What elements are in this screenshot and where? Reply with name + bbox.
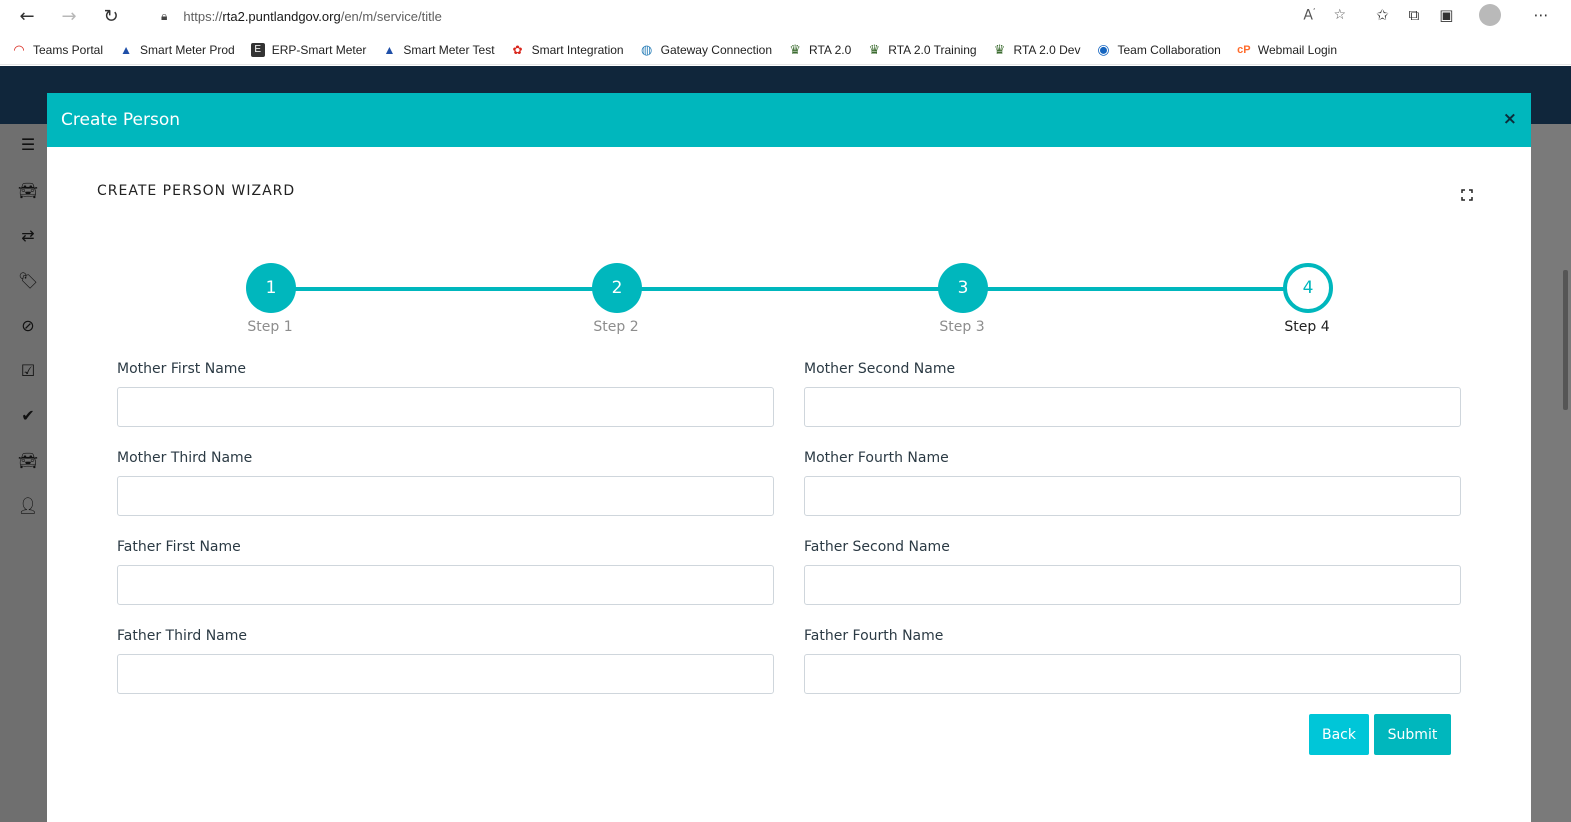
back-arrow-icon[interactable]: ← — [12, 2, 42, 32]
bookmark-smart-integration[interactable]: ✿ Smart Integration — [511, 43, 624, 57]
mother-second-name-group: Mother Second Name — [804, 361, 1461, 427]
teams-portal-icon: ◠ — [13, 41, 25, 57]
bookmark-rta-2-dev[interactable]: ♛ RTA 2.0 Dev — [993, 41, 1081, 57]
tags-icon[interactable]: 🏷︎ — [18, 270, 38, 290]
car-icon[interactable]: 🚘︎ — [18, 450, 38, 470]
mother-third-name-label: Mother Third Name — [117, 450, 253, 466]
step-connector — [295, 287, 1308, 291]
modal-title: Create Person — [61, 110, 181, 130]
user-icon[interactable]: 👤︎ — [18, 495, 38, 515]
read-aloud-icon[interactable]: Aʼ — [1303, 7, 1315, 24]
modal-header: Create Person × — [47, 93, 1531, 147]
bookmark-webmail-login[interactable]: cP Webmail Login — [1237, 43, 1337, 57]
step-1-circle[interactable]: 1 — [246, 263, 296, 313]
url-text: https://rta2.puntlandgov.org/en/m/servic… — [183, 8, 442, 24]
step-3-label: Step 3 — [939, 319, 985, 335]
car-icon[interactable]: 🚘︎ — [18, 180, 38, 200]
mother-fourth-name-group: Mother Fourth Name — [804, 450, 1461, 516]
refresh-icon[interactable]: ↻ — [96, 2, 126, 32]
more-icon[interactable]: ⋯ — [1533, 6, 1548, 24]
bookmark-team-collaboration[interactable]: ◉ Team Collaboration — [1096, 41, 1221, 57]
step-2-circle[interactable]: 2 — [592, 263, 642, 313]
collaboration-icon: ◉ — [1097, 41, 1110, 57]
step-2-label: Step 2 — [593, 319, 639, 335]
check-icon[interactable]: ✔ — [18, 405, 38, 425]
bookmark-teams-portal[interactable]: ◠ Teams Portal — [12, 41, 103, 57]
fullscreen-icon[interactable] — [1461, 189, 1473, 201]
father-fourth-name-input[interactable] — [804, 654, 1461, 694]
ban-icon[interactable]: ⊘ — [18, 315, 38, 335]
address-bar[interactable]: 🔒︎ https://rta2.puntlandgov.org/en/m/ser… — [143, 2, 1360, 30]
father-first-name-input[interactable] — [117, 565, 774, 605]
bookmarks-bar: ◠ Teams Portal ▲ Smart Meter Prod E ERP-Sma… — [0, 35, 1571, 65]
bookmark-smart-meter-prod[interactable]: ▲ Smart Meter Prod — [119, 43, 235, 57]
checkbox-icon[interactable]: ☑ — [18, 360, 38, 380]
favorites-icon[interactable]: ✩ — [1376, 6, 1389, 24]
back-button[interactable]: Back — [1309, 714, 1369, 755]
father-first-name-label: Father First Name — [117, 539, 241, 555]
father-third-name-input[interactable] — [117, 654, 774, 694]
page-scrollbar[interactable] — [1563, 270, 1568, 410]
emblem-icon: ♛ — [868, 41, 881, 57]
father-third-name-label: Father Third Name — [117, 628, 247, 644]
cpanel-icon: cP — [1237, 43, 1251, 56]
mother-first-name-input[interactable] — [117, 387, 774, 427]
gateway-icon: ◍ — [640, 41, 653, 57]
mother-fourth-name-input[interactable] — [804, 476, 1461, 516]
mother-first-name-label: Mother First Name — [117, 361, 247, 377]
mother-second-name-input[interactable] — [804, 387, 1461, 427]
favorite-add-icon[interactable]: ☆ — [1333, 7, 1346, 24]
bookmark-erp-smart-meter[interactable]: E ERP-Smart Meter — [250, 42, 366, 57]
browser-toolbar: ← → ↻ 🔒︎ https://rta2.puntlandgov.org/en… — [0, 0, 1571, 33]
lock-icon: 🔒︎ — [161, 8, 168, 23]
mother-third-name-input[interactable] — [117, 476, 774, 516]
forward-arrow-icon[interactable]: → — [54, 2, 84, 32]
bookmark-rta-2[interactable]: ♛ RTA 2.0 — [788, 41, 851, 57]
father-fourth-name-group: Father Fourth Name — [804, 628, 1461, 694]
step-4-label: Step 4 — [1284, 319, 1330, 335]
create-person-modal: Create Person × CREATE PERSON WIZARD 1 S… — [47, 93, 1531, 822]
wizard-title: CREATE PERSON WIZARD — [97, 183, 296, 199]
huawei-icon: ✿ — [512, 42, 523, 57]
father-first-name-group: Father First Name — [117, 539, 774, 605]
mother-second-name-label: Mother Second Name — [804, 361, 956, 377]
emblem-icon: ♛ — [789, 41, 801, 57]
erp-icon: E — [250, 42, 265, 57]
drop-icon: ▲ — [120, 42, 132, 57]
father-third-name-group: Father Third Name — [117, 628, 774, 694]
father-second-name-group: Father Second Name — [804, 539, 1461, 605]
bookmark-rta-2-training[interactable]: ♛ RTA 2.0 Training — [867, 41, 976, 57]
list-icon[interactable]: ☰ — [18, 134, 38, 154]
screenshot-icon[interactable]: ▣ — [1439, 6, 1453, 24]
wizard-steps: 1 Step 1 2 Step 2 3 Step 3 4 Step 4 — [47, 261, 1531, 341]
drop-icon: ▲ — [383, 42, 396, 57]
mother-first-name-group: Mother First Name — [117, 361, 774, 427]
emblem-icon: ♛ — [993, 41, 1006, 57]
profile-avatar[interactable] — [1479, 4, 1502, 26]
father-fourth-name-label: Father Fourth Name — [804, 628, 944, 644]
collections-icon[interactable]: ⧉ — [1409, 6, 1420, 24]
step-4-circle[interactable]: 4 — [1283, 263, 1333, 313]
close-icon[interactable]: × — [1503, 109, 1517, 129]
bookmark-gateway-connection[interactable]: ◍ Gateway Connection — [640, 41, 772, 57]
bookmark-smart-meter-test[interactable]: ▲ Smart Meter Test — [382, 43, 494, 57]
exchange-icon[interactable]: ⇄ — [18, 225, 38, 245]
mother-fourth-name-label: Mother Fourth Name — [804, 450, 949, 466]
mother-third-name-group: Mother Third Name — [117, 450, 774, 516]
step-3-circle[interactable]: 3 — [938, 263, 988, 313]
step-1-label: Step 1 — [247, 319, 293, 335]
father-second-name-label: Father Second Name — [804, 539, 950, 555]
submit-button[interactable]: Submit — [1374, 714, 1451, 755]
father-second-name-input[interactable] — [804, 565, 1461, 605]
